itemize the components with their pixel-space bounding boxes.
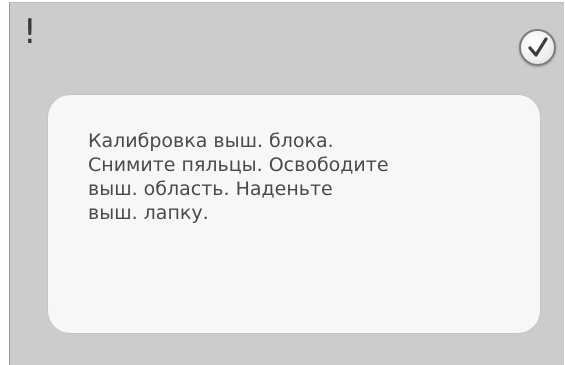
alert-icon: ! [23, 12, 37, 52]
confirm-button[interactable] [519, 29, 556, 66]
message-card: Калибровка выш. блока. Снимите пяльцы. О… [48, 95, 540, 333]
message-line: выш. лапку. [88, 202, 209, 224]
dialog-screen: ! Калибровка выш. блока. Снимите пяльцы.… [9, 2, 564, 365]
checkmark-icon [528, 37, 548, 57]
message-line: выш. область. Наденьте [88, 178, 333, 200]
message-line: Калибровка выш. блока. [88, 130, 334, 152]
message-text: Калибровка выш. блока. Снимите пяльцы. О… [88, 129, 508, 225]
message-line: Снимите пяльцы. Освободите [88, 154, 389, 176]
